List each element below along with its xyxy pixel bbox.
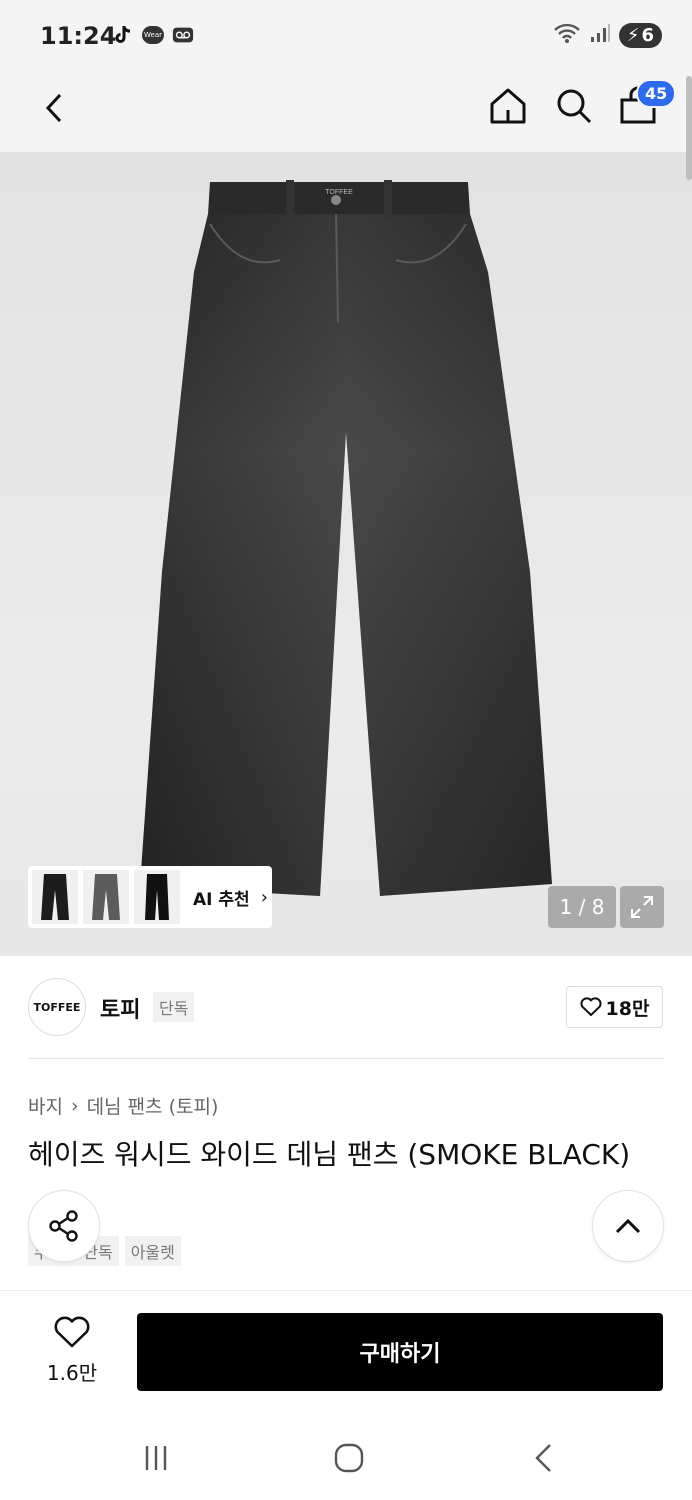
heart-icon <box>54 1316 90 1348</box>
brand-like-count: 18만 <box>605 997 650 1020</box>
home-button[interactable] <box>488 86 528 128</box>
wishlist-button[interactable]: 1.6만 <box>36 1315 108 1386</box>
image-counter: 1 / 8 <box>548 886 616 928</box>
ai-recommendation-label: AI 추천 <box>193 889 250 910</box>
back-nav-button[interactable] <box>523 1438 563 1478</box>
garment-label: TOFFEE <box>325 189 353 196</box>
status-bar: 11:24 Wear ⚡ 6 <box>0 0 692 74</box>
buy-button[interactable]: 구매하기 <box>137 1313 663 1391</box>
heart-icon <box>580 997 602 1016</box>
brand-row: TOFFEE 토피 단독 18만 <box>0 976 692 1040</box>
home-nav-button[interactable] <box>329 1438 369 1478</box>
ai-recommendation-strip[interactable]: AI 추천 › <box>28 866 272 928</box>
scrollbar[interactable] <box>686 76 692 180</box>
chevron-right-icon: › <box>260 886 268 908</box>
status-time: 11:24 <box>40 22 117 50</box>
expand-icon <box>631 896 653 918</box>
battery-level: 6 <box>641 24 654 46</box>
breadcrumb-category[interactable]: 바지 <box>28 1092 63 1119</box>
chevron-left-icon <box>45 93 62 123</box>
brand-logo[interactable]: TOFFEE <box>28 978 86 1036</box>
home-icon <box>490 88 526 124</box>
system-status: ⚡ 6 <box>553 22 662 48</box>
bolt-icon: ⚡ <box>626 24 640 46</box>
search-icon <box>557 89 592 124</box>
wifi-icon <box>553 22 581 48</box>
product-title: 헤이즈 워시드 와이드 데님 팬츠 (SMOKE BLACK) <box>28 1138 631 1171</box>
divider <box>28 1058 664 1059</box>
share-button[interactable] <box>28 1190 100 1262</box>
chevron-right-icon: › <box>70 1094 79 1117</box>
chevron-up-icon <box>615 1218 641 1234</box>
breadcrumb: 바지 › 데님 팬츠 (토피) <box>28 1092 218 1119</box>
breadcrumb-subcategory[interactable]: 데님 팬츠 (토피) <box>87 1092 219 1119</box>
wishlist-count: 1.6만 <box>46 1361 98 1385</box>
system-nav-bar <box>0 1410 692 1500</box>
recent-apps-button[interactable] <box>136 1438 176 1478</box>
scroll-top-button[interactable] <box>592 1190 664 1262</box>
exclusive-badge: 단독 <box>153 992 195 1022</box>
voicemail-icon <box>172 24 194 46</box>
top-nav <box>0 74 692 152</box>
expand-image-button[interactable] <box>620 886 664 928</box>
wear-app-icon: Wear <box>142 26 164 44</box>
bottom-action-bar: 1.6만 구매하기 <box>0 1290 692 1410</box>
recommendation-thumbnail[interactable] <box>134 870 180 924</box>
battery-indicator: ⚡ 6 <box>618 22 662 48</box>
notification-icons: Wear <box>112 24 194 46</box>
home-circle-icon <box>334 1443 364 1473</box>
product-image-gallery[interactable]: TOFFEE <box>0 152 692 956</box>
cart-count-badge: 45 <box>636 79 677 108</box>
signal-icon <box>589 23 611 47</box>
search-button[interactable] <box>554 86 594 128</box>
brand-name[interactable]: 토피 <box>100 992 140 1024</box>
brand-like-button[interactable]: 18만 <box>566 986 663 1028</box>
back-icon <box>535 1444 551 1472</box>
tiktok-icon <box>112 24 134 46</box>
product-photo: TOFFEE <box>140 180 552 896</box>
recommendation-thumbnail[interactable] <box>32 870 78 924</box>
share-icon <box>49 1210 78 1242</box>
recommendation-thumbnail[interactable] <box>83 870 129 924</box>
recent-apps-icon <box>145 1446 167 1470</box>
back-button[interactable] <box>34 88 74 128</box>
tag-outlet: 아울렛 <box>124 1236 181 1266</box>
